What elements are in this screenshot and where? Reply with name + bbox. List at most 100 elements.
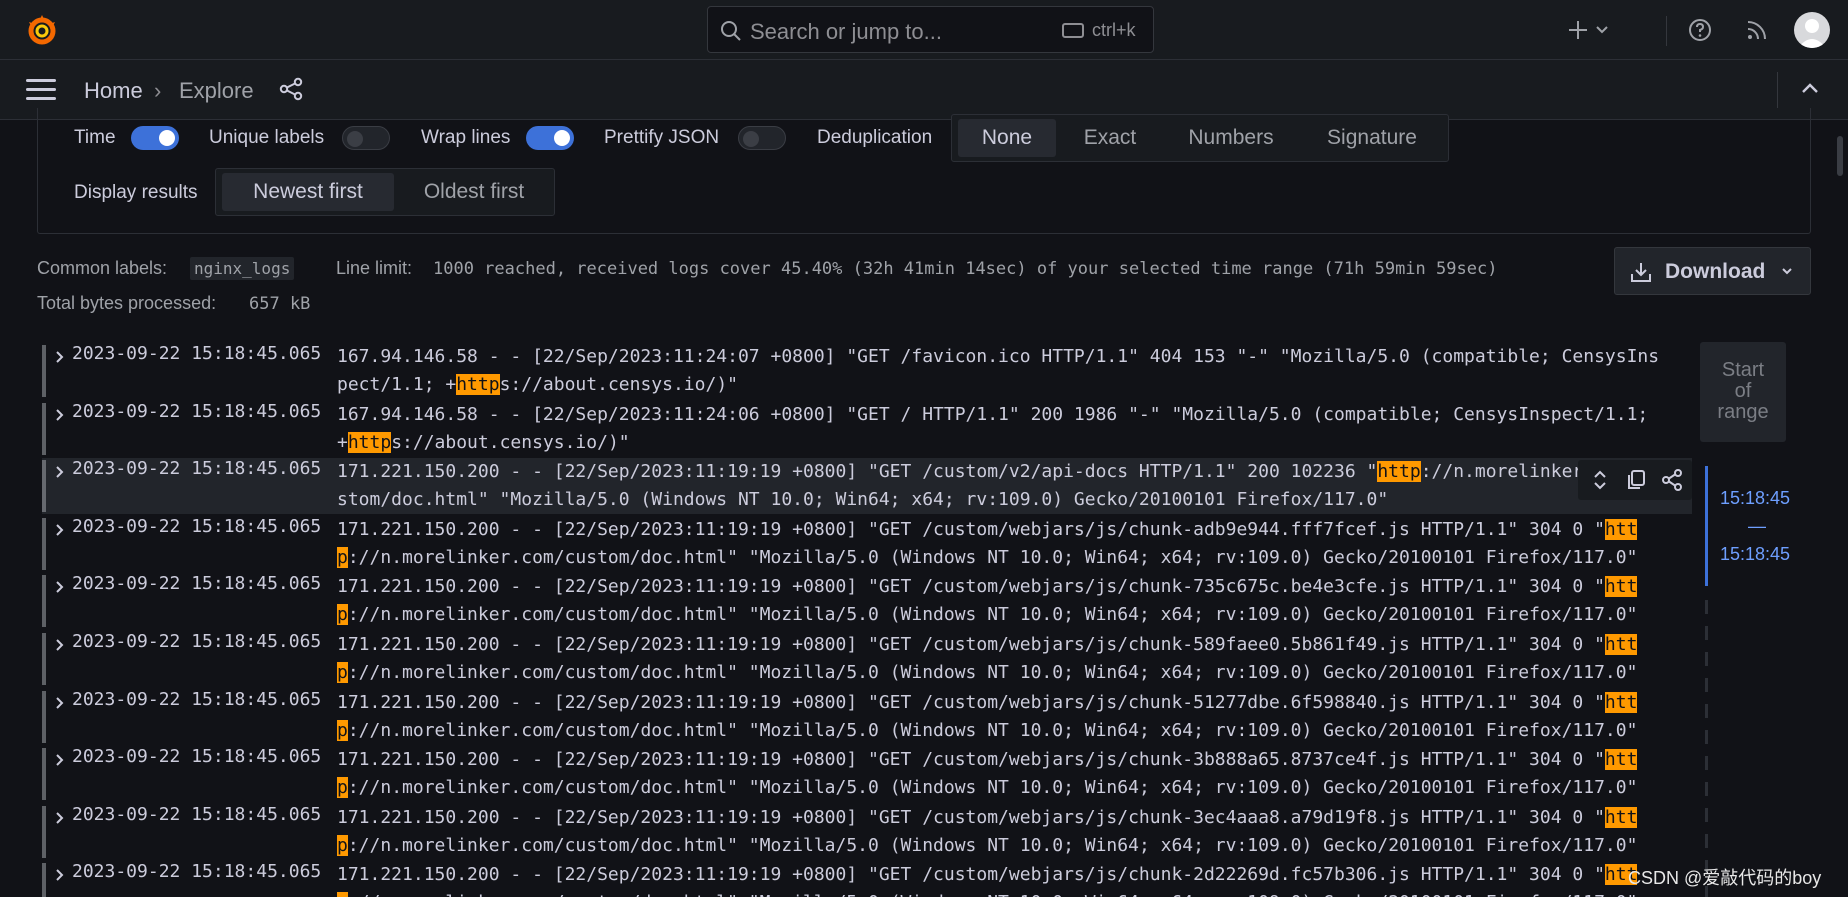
user-avatar[interactable] — [1794, 12, 1830, 48]
prettify-json-toggle[interactable] — [738, 126, 786, 150]
search-icon — [721, 21, 741, 41]
log-line: 171.221.150.200 - - [22/Sep/2023:11:19:1… — [337, 861, 1667, 897]
chevron-right-icon[interactable] — [52, 349, 68, 365]
log-level-bar — [42, 345, 46, 397]
wrap-lines-toggle[interactable] — [526, 126, 574, 150]
log-row-actions — [1578, 460, 1692, 500]
toolbar-divider — [1666, 16, 1667, 46]
log-level-bar — [42, 863, 46, 897]
log-line: 167.94.146.58 - - [22/Sep/2023:11:24:07 … — [337, 343, 1667, 399]
start-of-range-button[interactable]: Start of range — [1700, 342, 1786, 442]
deduplication-label: Deduplication — [817, 127, 933, 148]
log-row[interactable]: 2023-09-22 15:18:45.065 171.221.150.200 -… — [42, 573, 1692, 629]
expand-context-icon[interactable] — [1588, 468, 1612, 492]
search-highlight: http — [456, 374, 500, 395]
log-level-bar — [42, 402, 46, 455]
chevron-right-icon[interactable] — [52, 464, 68, 480]
start-of-range-line-2: of — [1734, 380, 1752, 402]
breadcrumb-home[interactable]: Home — [84, 78, 143, 104]
order-radio-group: Newest first Oldest first — [215, 168, 555, 216]
menu-toggle-icon[interactable] — [26, 79, 56, 101]
log-line: 171.221.150.200 - - [22/Sep/2023:11:19:1… — [337, 516, 1667, 572]
oldest-first-option[interactable]: Oldest first — [398, 173, 550, 211]
download-icon — [1631, 263, 1651, 282]
user-icon — [1798, 19, 1826, 48]
keyboard-icon — [1062, 23, 1084, 38]
log-row[interactable]: 2023-09-22 15:18:45.065 171.221.150.200 -… — [42, 861, 1692, 897]
log-text: 171.221.150.200 - - [22/Sep/2023:11:19:1… — [337, 691, 1605, 713]
log-level-bar — [42, 690, 46, 743]
search-highlight: http — [347, 431, 392, 453]
log-timestamp: 2023-09-22 15:18:45.065 — [72, 573, 322, 595]
log-level-bar — [42, 575, 46, 628]
log-timestamp: 2023-09-22 15:18:45.065 — [72, 400, 322, 422]
share-icon[interactable] — [278, 76, 304, 102]
log-text: ://n.morelinker.com/custom/doc.html" "Mo… — [348, 892, 1638, 897]
log-level-bar — [42, 460, 46, 513]
prettify-json-toggle-label: Prettify JSON — [604, 127, 720, 148]
log-text: 171.221.150.200 - - [22/Sep/2023:11:19:1… — [337, 576, 1605, 598]
log-timestamp: 2023-09-22 15:18:45.065 — [72, 458, 322, 480]
log-level-bar — [42, 633, 46, 685]
total-bytes-value: 657 kB — [249, 294, 311, 314]
log-text: ://n.morelinker.com/custom/doc.html" "Mo… — [347, 834, 1638, 856]
copy-icon[interactable] — [1624, 468, 1648, 492]
newest-first-option[interactable]: Newest first — [222, 173, 394, 211]
dedup-none-option[interactable]: None — [958, 119, 1056, 157]
log-row[interactable]: 2023-09-22 15:18:45.065 167.94.146.58 - -… — [42, 401, 1692, 457]
log-row[interactable]: 2023-09-22 15:18:45.065 167.94.146.58 - -… — [42, 343, 1692, 399]
chevron-right-icon[interactable] — [52, 579, 68, 595]
chevron-up-icon[interactable] — [1797, 76, 1823, 102]
log-line: 171.221.150.200 - - [22/Sep/2023:11:19:1… — [337, 458, 1667, 514]
share-icon[interactable] — [1660, 468, 1684, 492]
chevron-right-icon[interactable] — [52, 522, 68, 538]
download-label: Download — [1665, 260, 1766, 283]
chevron-right-icon[interactable] — [52, 407, 68, 423]
dedup-signature-option[interactable]: Signature — [1302, 119, 1442, 157]
range-from-time[interactable]: 15:18:45 — [1720, 488, 1790, 509]
log-row[interactable]: 2023-09-22 15:18:45.065 171.221.150.200 -… — [42, 458, 1692, 515]
range-separator: — — [1748, 516, 1766, 536]
log-row[interactable]: 2023-09-22 15:18:45.065 171.221.150.200 -… — [42, 689, 1692, 745]
scrollbar[interactable] — [1837, 136, 1843, 176]
line-limit-label: Line limit: — [336, 258, 413, 278]
log-text: ://n.morelinker.com/custom/doc.html" "Mo… — [347, 719, 1638, 741]
search-highlight: http — [1377, 461, 1421, 483]
log-text: ://n.morelinker.com/custom/doc.html" "Mo… — [347, 662, 1638, 683]
chevron-right-icon[interactable] — [52, 637, 68, 653]
grafana-logo-icon[interactable] — [24, 12, 60, 48]
unique-labels-toggle[interactable] — [342, 126, 390, 150]
log-text: s://about.censys.io/)" — [391, 431, 630, 453]
log-row[interactable]: 2023-09-22 15:18:45.065 171.221.150.200 -… — [42, 516, 1692, 572]
log-row[interactable]: 2023-09-22 15:18:45.065 171.221.150.200 -… — [42, 746, 1692, 802]
log-timestamp: 2023-09-22 15:18:45.065 — [72, 688, 322, 710]
search-shortcut: ctrl+k — [1092, 20, 1136, 40]
search-input[interactable]: Search or jump to... ctrl+k — [707, 6, 1154, 53]
chevron-right-icon[interactable] — [52, 810, 68, 826]
chevron-right-icon[interactable] — [52, 695, 68, 711]
download-button[interactable]: Download — [1614, 247, 1811, 295]
log-text: 171.221.150.200 - - [22/Sep/2023:11:19:1… — [337, 518, 1605, 540]
dedup-exact-option[interactable]: Exact — [1060, 119, 1160, 157]
log-line: 167.94.146.58 - - [22/Sep/2023:11:24:06 … — [337, 401, 1667, 457]
total-bytes-label: Total bytes processed: — [37, 293, 217, 313]
start-of-range-line-3: range — [1717, 401, 1769, 423]
log-row[interactable]: 2023-09-22 15:18:45.065 171.221.150.200 -… — [42, 804, 1692, 860]
breadcrumb-separator: › — [154, 78, 162, 103]
log-line: 171.221.150.200 - - [22/Sep/2023:11:19:1… — [337, 804, 1667, 860]
log-text: ://n.morelinker.com/custom/doc.html" "Mo… — [347, 604, 1638, 626]
chevron-right-icon[interactable] — [52, 752, 68, 768]
log-text: 171.221.150.200 - - [22/Sep/2023:11:19:1… — [337, 864, 1605, 886]
common-labels-label: Common labels: — [37, 258, 168, 278]
range-to-time[interactable]: 15:18:45 — [1720, 544, 1790, 565]
help-button[interactable] — [1684, 14, 1716, 46]
rss-icon — [1747, 21, 1766, 40]
time-toggle[interactable] — [131, 126, 179, 150]
log-row[interactable]: 2023-09-22 15:18:45.065 171.221.150.200 -… — [42, 631, 1692, 687]
news-button[interactable] — [1741, 14, 1773, 46]
log-text: 171.221.150.200 - - [22/Sep/2023:11:19:1… — [337, 461, 1378, 483]
new-menu-button[interactable] — [1563, 14, 1613, 46]
log-level-bar — [42, 748, 46, 801]
chevron-right-icon[interactable] — [52, 867, 68, 883]
dedup-numbers-option[interactable]: Numbers — [1164, 119, 1298, 157]
